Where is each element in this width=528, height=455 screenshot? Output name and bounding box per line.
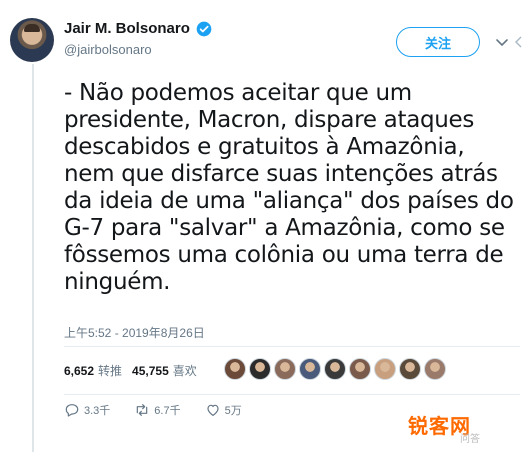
liker-avatars [224,358,446,380]
verified-badge-icon [196,21,212,36]
likes-count[interactable]: 45,755 [132,364,169,378]
tweet-card: Jair M. Bolsonaro @jairbolsonaro 关注 - Nã… [0,0,528,455]
retweet-icon [137,404,148,416]
watermark-sub: 问答 [460,434,480,445]
liker-avatar[interactable] [374,358,396,380]
divider [64,394,520,395]
liker-avatar[interactable] [424,358,446,380]
reply-action[interactable]: 3.3千 [64,402,110,418]
thread-line [32,64,34,452]
chevron-left-icon [515,36,522,48]
author-handle[interactable]: @jairbolsonaro [64,42,152,57]
retweets-count[interactable]: 6,652 [64,364,94,378]
heart-icon [206,404,219,416]
follow-button[interactable]: 关注 [396,27,480,57]
liker-avatar[interactable] [349,358,371,380]
chevron-down-icon[interactable] [494,34,510,50]
liker-avatar[interactable] [224,358,246,380]
tweet-text: - Não podemos aceitar que um presidente,… [64,80,514,295]
likes-label[interactable]: 喜欢 [173,362,197,379]
liker-avatar[interactable] [399,358,421,380]
liker-avatar[interactable] [324,358,346,380]
liker-avatar[interactable] [274,358,296,380]
retweet-count: 6.7千 [154,405,181,417]
engagement-stats: 6,652 转推 45,755 喜欢 [64,362,207,379]
like-count: 5万 [224,405,242,417]
tweet-timestamp[interactable]: 上午5:52 - 2019年8月26日 [64,324,205,341]
divider [64,346,520,347]
reply-count: 3.3千 [84,405,111,417]
retweets-label[interactable]: 转推 [98,362,122,379]
liker-avatar[interactable] [299,358,321,380]
action-bar: 3.3千 6.7千 5万 [64,402,266,418]
author-name-row: Jair M. Bolsonaro [64,20,212,37]
avatar[interactable] [10,18,54,62]
retweet-action[interactable]: 6.7千 [134,402,181,418]
liker-avatar[interactable] [249,358,271,380]
display-name[interactable]: Jair M. Bolsonaro [64,20,190,37]
like-action[interactable]: 5万 [205,402,242,418]
reply-icon [65,404,79,417]
